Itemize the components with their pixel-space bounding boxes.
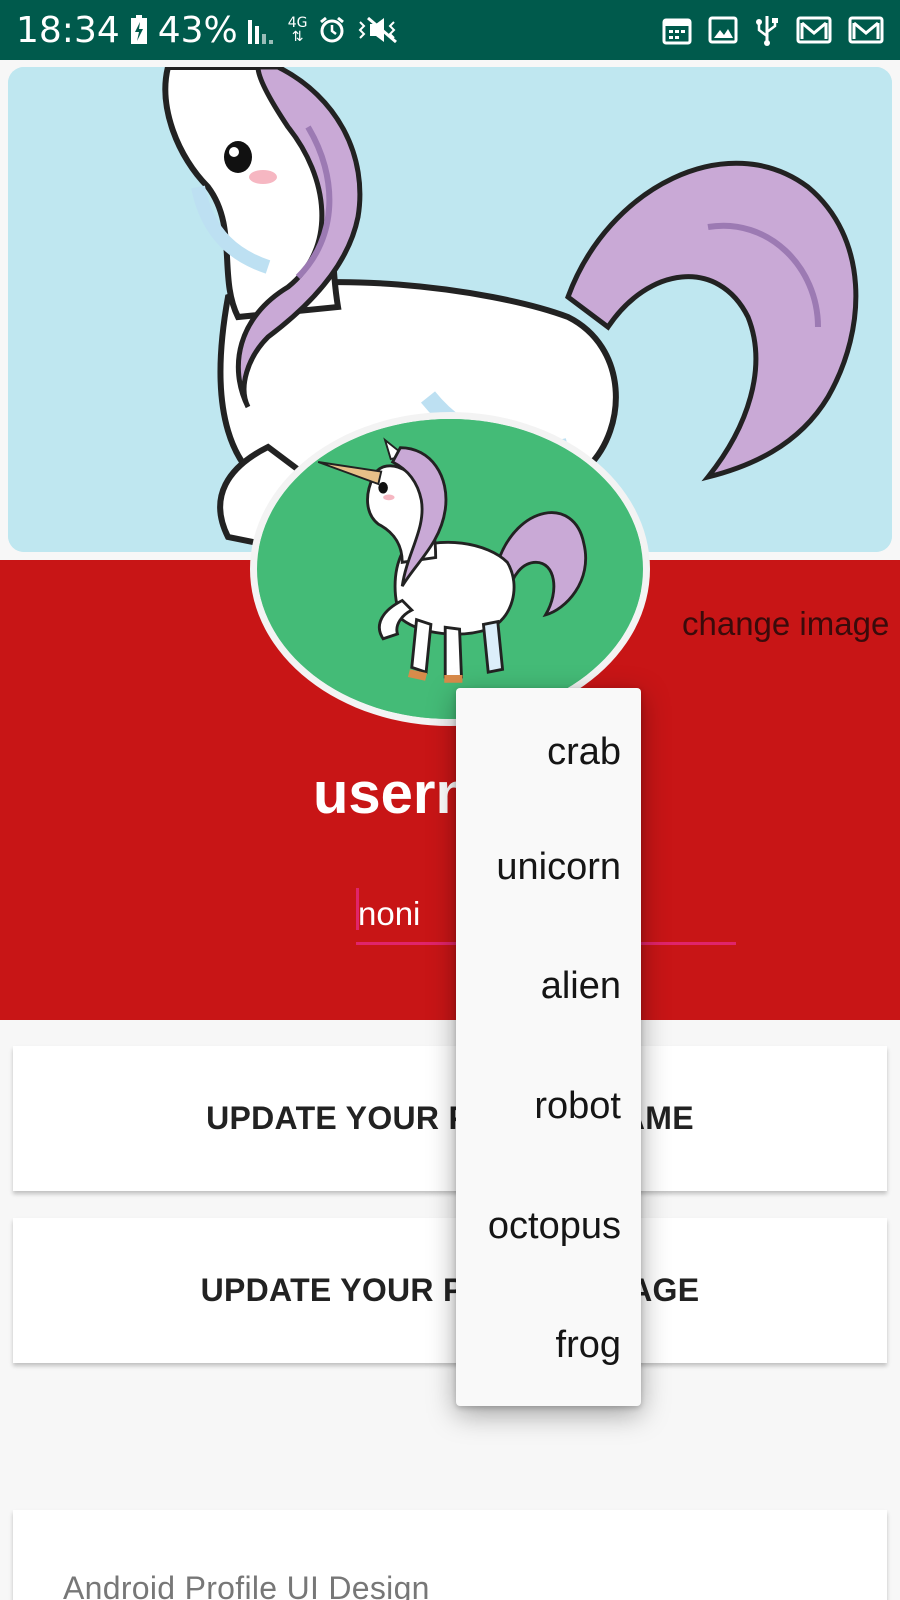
info-text: Android Profile UI Design (63, 1570, 430, 1600)
change-image-link[interactable]: change image (682, 605, 889, 643)
status-right (662, 14, 884, 46)
dropdown-item-crab[interactable]: crab (456, 688, 641, 808)
dropdown-item-frog[interactable]: frog (456, 1286, 641, 1406)
status-time: 18:34 (16, 9, 120, 51)
status-bar: 18:34 43% 4G ⇅ (0, 0, 900, 60)
network-4g-icon: 4G ⇅ (287, 15, 308, 45)
mail-icon (796, 15, 832, 45)
status-left: 18:34 43% 4G ⇅ (16, 10, 400, 51)
profile-avatar[interactable] (250, 412, 650, 726)
usb-icon (754, 14, 780, 46)
dropdown-item-robot[interactable]: robot (456, 1047, 641, 1167)
dropdown-item-unicorn[interactable]: unicorn (456, 808, 641, 928)
signal-icon (247, 16, 278, 44)
update-name-button[interactable]: UPDATE YOUR PROFILE NAME (13, 1046, 887, 1191)
mail-icon (848, 15, 884, 45)
mute-icon (356, 16, 400, 44)
dropdown-item-octopus[interactable]: octopus (456, 1166, 641, 1286)
profile-screen: 18:34 43% 4G ⇅ change image username non… (0, 0, 900, 1600)
calendar-icon (662, 15, 692, 45)
text-cursor (356, 888, 359, 930)
alarm-icon (318, 16, 346, 44)
image-icon (708, 15, 738, 45)
dropdown-item-alien[interactable]: alien (456, 927, 641, 1047)
info-card: Android Profile UI Design (13, 1510, 887, 1600)
battery-charging-icon (130, 15, 148, 45)
avatar-dropdown-menu: crab unicorn alien robot octopus frog (456, 688, 641, 1406)
update-image-button[interactable]: UPDATE YOUR PROFILE IMAGE (13, 1218, 887, 1363)
battery-percent: 43% (157, 9, 238, 51)
